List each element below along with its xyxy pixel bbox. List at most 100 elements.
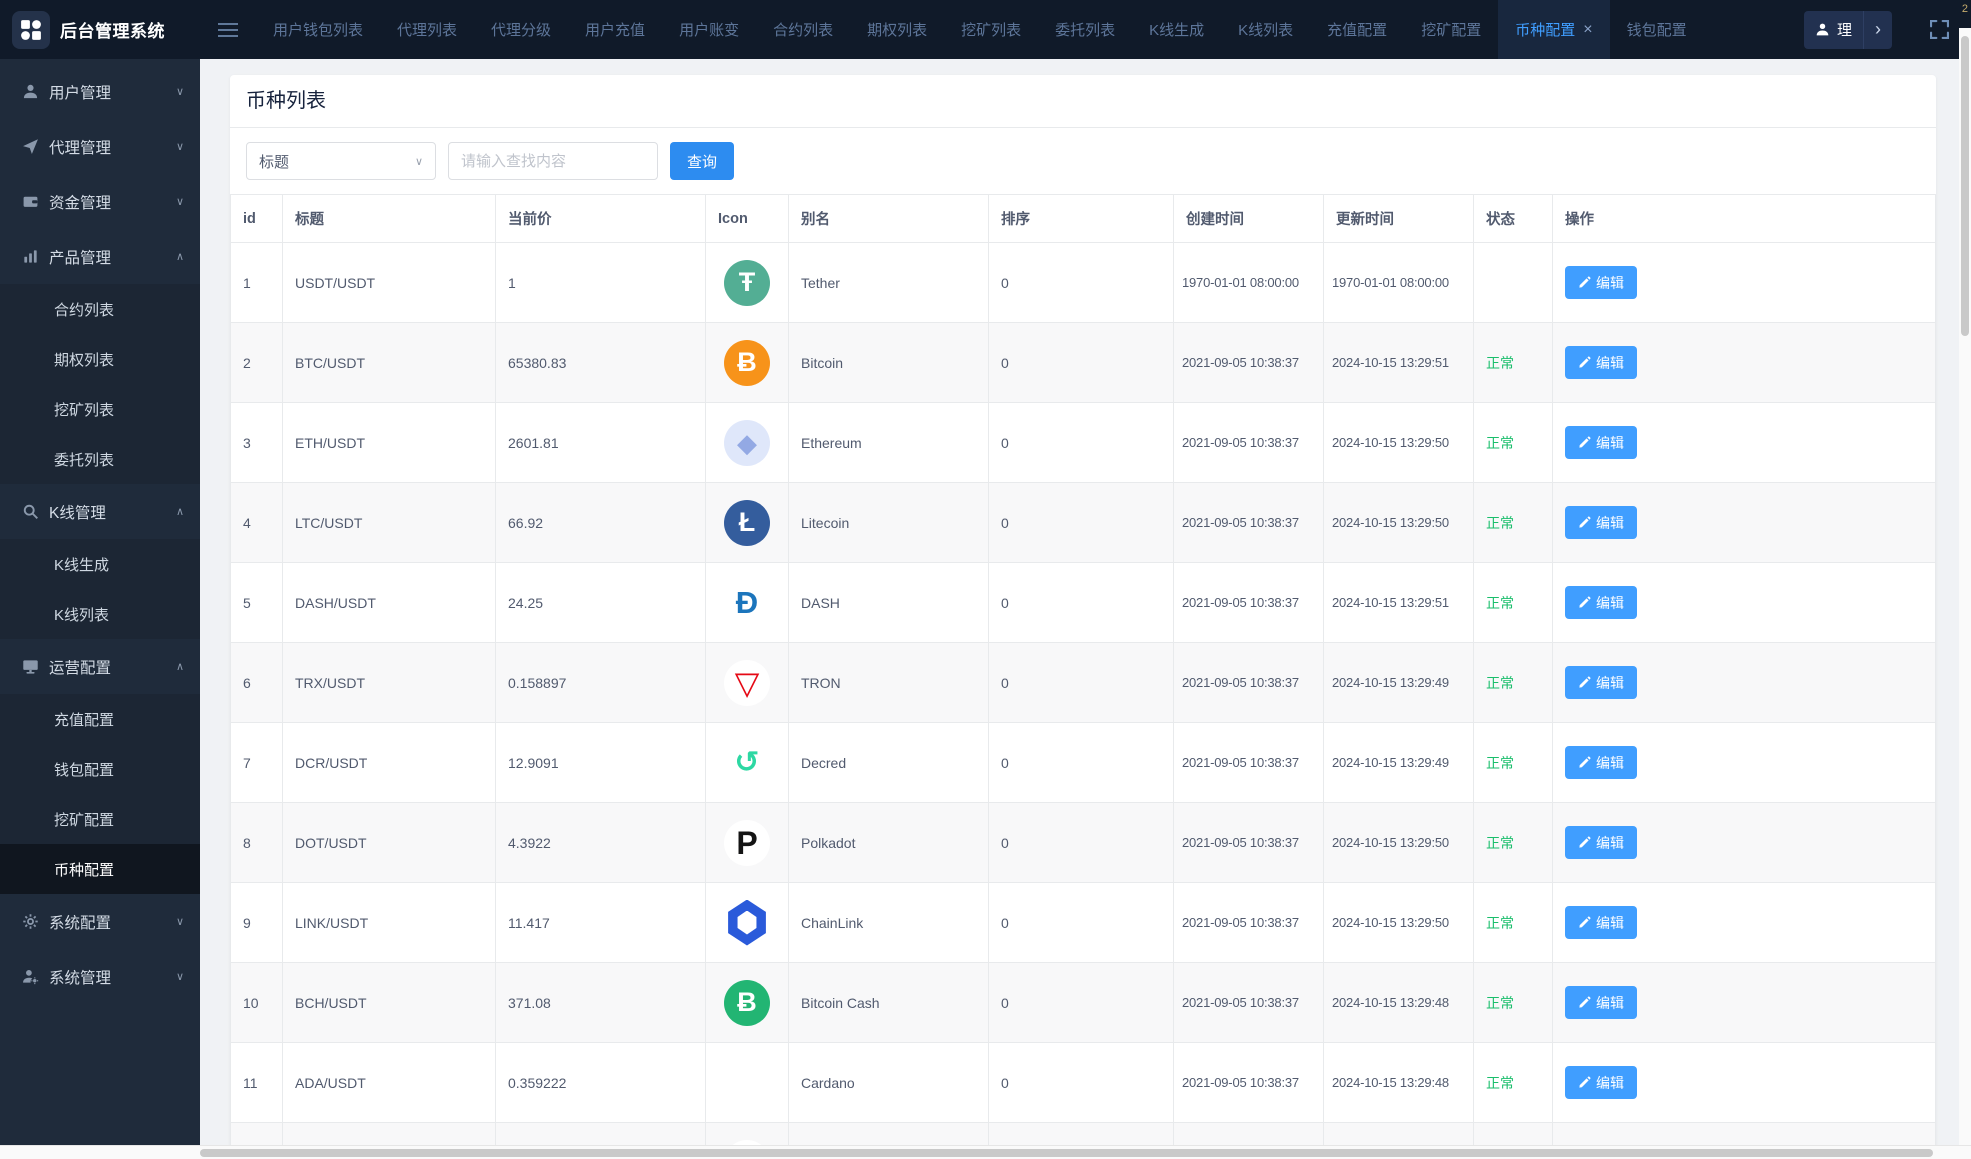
cell-price: 4.3922 <box>495 802 706 883</box>
sidebar-subitem-期权列表[interactable]: 期权列表 <box>0 334 200 384</box>
vertical-scrollbar-thumb[interactable] <box>1961 36 1969 336</box>
table-row: 6 TRX/USDT 0.158897 ▽ TRON 0 2021-09-05 10:38:… <box>230 642 1936 723</box>
app-logo <box>12 10 50 49</box>
vertical-scrollbar[interactable] <box>1959 28 1971 1145</box>
tab-代理列表[interactable]: 代理列表 <box>380 0 474 59</box>
cell-created: 2021-09-05 10:38:37 <box>1173 482 1324 563</box>
cell-id: 1 <box>230 242 283 323</box>
edit-button[interactable]: 编辑 <box>1565 666 1637 699</box>
table-row: 4 LTC/USDT 66.92 Ł Litecoin 0 2021-09-05 10:38… <box>230 482 1936 563</box>
tab-期权列表[interactable]: 期权列表 <box>850 0 944 59</box>
cell-price: 12.9091 <box>495 722 706 803</box>
sidebar-subitem-委托列表[interactable]: 委托列表 <box>0 434 200 484</box>
pencil-icon <box>1578 996 1591 1009</box>
status-badge: 正常 <box>1486 754 1514 771</box>
cell-price: 371.08 <box>495 962 706 1043</box>
tab-用户充值[interactable]: 用户充值 <box>568 0 662 59</box>
edit-button[interactable]: 编辑 <box>1565 266 1637 299</box>
cell-id: 6 <box>230 642 283 723</box>
sidebar-item-系统配置[interactable]: 系统配置 ∨ <box>0 894 200 949</box>
sidebar-subitem-K线列表[interactable]: K线列表 <box>0 589 200 639</box>
cell-alias: Cardano <box>788 1042 989 1123</box>
edit-button[interactable]: 编辑 <box>1565 986 1637 1019</box>
sidebar-subitem-合约列表[interactable]: 合约列表 <box>0 284 200 334</box>
status-badge: 正常 <box>1486 994 1514 1011</box>
sidebar-subitem-K线生成[interactable]: K线生成 <box>0 539 200 589</box>
edit-button[interactable]: 编辑 <box>1565 346 1637 379</box>
search-input[interactable] <box>448 142 658 180</box>
pencil-icon <box>1578 276 1591 289</box>
cell-title: DCR/USDT <box>282 722 496 803</box>
cell-title: DOT/USDT <box>282 802 496 883</box>
fullscreen-icon[interactable] <box>1930 20 1949 39</box>
cell-icon: Ł <box>705 482 789 563</box>
cell-sort: 0 <box>988 482 1174 563</box>
cell-updated: 1970-01-01 08:00:00 <box>1323 242 1474 323</box>
sidebar-subitem-钱包配置[interactable]: 钱包配置 <box>0 744 200 794</box>
sidebar-item-产品管理[interactable]: 产品管理 ∧ <box>0 229 200 284</box>
cell-id: 2 <box>230 322 283 403</box>
user-menu[interactable]: 理 › <box>1803 10 1892 49</box>
tab-label: 期权列表 <box>867 22 928 39</box>
horizontal-scrollbar-thumb[interactable] <box>200 1149 1933 1157</box>
horizontal-scrollbar[interactable] <box>0 1145 1971 1159</box>
table-wrap: id 标题 当前价 Icon 别名 排序 创建时间 更新时间 状态 操作 1 USDT/USDT 1 Ŧ… <box>230 194 1936 1159</box>
cell-title: DASH/USDT <box>282 562 496 643</box>
sidebar-item-系统管理[interactable]: 系统管理 ∨ <box>0 949 200 1004</box>
tab-币种配置[interactable]: 币种配置 × <box>1498 0 1610 59</box>
sidebar-subitem-挖矿列表[interactable]: 挖矿列表 <box>0 384 200 434</box>
user-menu-arrow-icon[interactable]: › <box>1863 10 1892 49</box>
table-header-row: id 标题 当前价 Icon 别名 排序 创建时间 更新时间 状态 操作 <box>230 194 1936 243</box>
table-row: 8 DOT/USDT 4.3922 P Polkadot 0 2021-09-05 10:3… <box>230 802 1936 883</box>
chevron-down-icon: ∨ <box>414 155 423 168</box>
sidebar-item-label: 运营配置 <box>49 659 112 677</box>
tab-充值配置[interactable]: 充值配置 <box>1310 0 1404 59</box>
tab-钱包配置[interactable]: 钱包配置 <box>1610 0 1704 59</box>
tab-代理分级[interactable]: 代理分级 <box>474 0 568 59</box>
pencil-icon <box>1578 756 1591 769</box>
user-avatar-icon <box>1815 22 1830 37</box>
edit-button[interactable]: 编辑 <box>1565 506 1637 539</box>
cell-icon: Ƀ <box>705 322 789 403</box>
cell-sort: 0 <box>988 402 1174 483</box>
sidebar-item-K线管理[interactable]: K线管理 ∧ <box>0 484 200 539</box>
cell-sort: 0 <box>988 322 1174 403</box>
sidebar-subitem-充值配置[interactable]: 充值配置 <box>0 694 200 744</box>
cell-price: 24.25 <box>495 562 706 643</box>
tab-用户钱包列表[interactable]: 用户钱包列表 <box>256 0 380 59</box>
sidebar-item-运营配置[interactable]: 运营配置 ∧ <box>0 639 200 694</box>
sidebar-item-资金管理[interactable]: 资金管理 ∨ <box>0 174 200 229</box>
tab-K线列表[interactable]: K线列表 <box>1221 0 1310 59</box>
edit-button[interactable]: 编辑 <box>1565 826 1637 859</box>
cell-created: 1970-01-01 08:00:00 <box>1173 242 1324 323</box>
edit-button[interactable]: 编辑 <box>1565 746 1637 779</box>
cell-updated: 2024-10-15 13:29:51 <box>1323 322 1474 403</box>
close-tab-icon[interactable]: × <box>1583 21 1592 38</box>
sidebar-toggle-icon[interactable] <box>200 0 256 59</box>
cell-icon: ◆ <box>705 402 789 483</box>
edit-button[interactable]: 编辑 <box>1565 906 1637 939</box>
sidebar-item-用户管理[interactable]: 用户管理 ∨ <box>0 64 200 119</box>
table-row: 11 ADA/USDT 0.359222 Cardano 0 2021-09-05 10:… <box>230 1042 1936 1123</box>
edit-button[interactable]: 编辑 <box>1565 1066 1637 1099</box>
tab-挖矿配置[interactable]: 挖矿配置 <box>1404 0 1498 59</box>
litecoin-icon: Ł <box>724 499 770 546</box>
tab-委托列表[interactable]: 委托列表 <box>1038 0 1132 59</box>
chevron-up-icon: ∧ <box>175 251 184 263</box>
sidebar-subitem-挖矿配置[interactable]: 挖矿配置 <box>0 794 200 844</box>
tab-K线生成[interactable]: K线生成 <box>1132 0 1221 59</box>
cell-created: 2021-09-05 10:38:37 <box>1173 1042 1324 1123</box>
table-row: 2 BTC/USDT 65380.83 Ƀ Bitcoin 0 2021-09-05 10:… <box>230 322 1936 403</box>
cell-alias: Bitcoin <box>788 322 989 403</box>
tab-合约列表[interactable]: 合约列表 <box>756 0 850 59</box>
sidebar-subitem-币种配置[interactable]: 币种配置 <box>0 844 200 894</box>
query-button[interactable]: 查询 <box>670 142 735 180</box>
cell-updated: 2024-10-15 13:29:51 <box>1323 562 1474 643</box>
edit-button[interactable]: 编辑 <box>1565 426 1637 459</box>
tab-挖矿列表[interactable]: 挖矿列表 <box>944 0 1038 59</box>
field-select[interactable]: 标题 ∨ <box>246 142 436 180</box>
config-icon <box>22 913 39 930</box>
sidebar-item-代理管理[interactable]: 代理管理 ∨ <box>0 119 200 174</box>
edit-button[interactable]: 编辑 <box>1565 586 1637 619</box>
tab-用户账变[interactable]: 用户账变 <box>662 0 756 59</box>
